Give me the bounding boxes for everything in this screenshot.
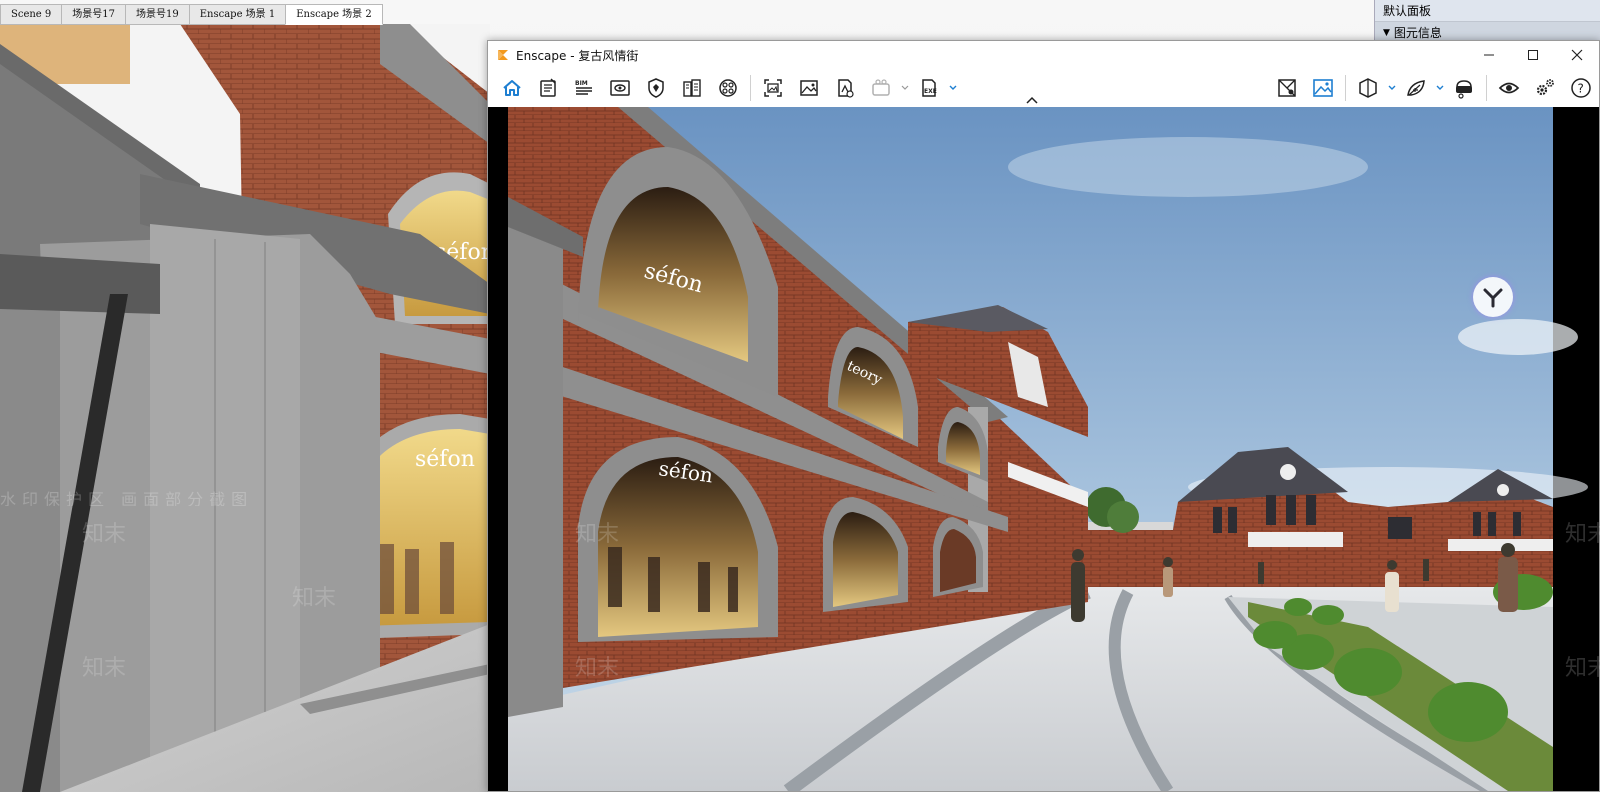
help-icon: ? bbox=[1571, 78, 1591, 98]
chevron-down-icon bbox=[1388, 85, 1396, 90]
bim-button[interactable]: BIM bbox=[566, 73, 602, 103]
default-tray-panel: 默认面板 ▼ 图元信息 bbox=[1374, 0, 1600, 44]
enscape-window: Enscape - 复古风情街 BIM EXE ? séfon teory sé… bbox=[487, 40, 1600, 792]
toolbar-divider bbox=[1345, 75, 1346, 101]
svg-text:?: ? bbox=[1578, 82, 1584, 96]
scene-tabs: Scene 9 场景号17 场景号19 Enscape 场景 1 Enscape… bbox=[0, 4, 383, 25]
chevron-down-icon bbox=[901, 85, 909, 90]
panorama-button[interactable] bbox=[827, 73, 863, 103]
close-button[interactable] bbox=[1555, 41, 1599, 69]
enscape-toolbar: BIM EXE ? bbox=[488, 69, 1599, 107]
maximize-button[interactable] bbox=[1511, 41, 1555, 69]
visual-settings-button[interactable] bbox=[1305, 73, 1341, 103]
vr-headset-icon bbox=[1456, 80, 1472, 99]
home-icon bbox=[503, 80, 521, 96]
map-icon bbox=[1278, 79, 1296, 97]
maximize-icon bbox=[1528, 50, 1538, 60]
map-button[interactable] bbox=[1269, 73, 1305, 103]
video-button[interactable] bbox=[863, 73, 899, 103]
enscape-render-viewport[interactable]: séfon teory séfon bbox=[488, 107, 1599, 791]
enscape-logo-icon bbox=[498, 50, 508, 60]
chevron-down-icon bbox=[949, 85, 957, 90]
enscape-window-title: Enscape - 复古风情街 bbox=[516, 48, 639, 63]
sections-dropdown[interactable] bbox=[1386, 73, 1398, 103]
minimize-button[interactable] bbox=[1467, 41, 1511, 69]
exe-export-icon: EXE bbox=[922, 79, 937, 97]
chevron-up-icon bbox=[1026, 96, 1038, 104]
material-editor-icon bbox=[719, 79, 737, 97]
minimize-icon bbox=[1484, 54, 1494, 56]
sections-icon bbox=[1359, 78, 1377, 98]
screenshot-icon bbox=[764, 79, 782, 97]
eye-icon bbox=[1498, 82, 1520, 94]
vr-headset-button[interactable] bbox=[1446, 73, 1482, 103]
video-icon bbox=[872, 79, 890, 96]
settings-button[interactable] bbox=[1527, 73, 1563, 103]
scene-tab-1[interactable]: Scene 9 bbox=[0, 4, 62, 25]
visual-settings-icon bbox=[1313, 79, 1333, 97]
svg-text:BIM: BIM bbox=[575, 80, 588, 87]
toolbar-divider bbox=[1486, 75, 1487, 101]
atmosphere-button[interactable] bbox=[1398, 73, 1434, 103]
panorama-icon bbox=[838, 79, 854, 98]
compass-icon bbox=[1483, 288, 1503, 308]
screenshot-button[interactable] bbox=[755, 73, 791, 103]
enscape-titlebar[interactable]: Enscape - 复古风情街 bbox=[488, 41, 1599, 69]
scene-tab-3[interactable]: 场景号19 bbox=[125, 4, 189, 25]
video-dropdown[interactable] bbox=[899, 73, 911, 103]
exe-export-dropdown[interactable] bbox=[947, 73, 959, 103]
sections-button[interactable] bbox=[1350, 73, 1386, 103]
batch-render-icon bbox=[800, 80, 818, 96]
notes-icon bbox=[540, 78, 556, 97]
asset-library-icon bbox=[683, 79, 701, 97]
chevron-down-icon bbox=[1436, 85, 1444, 90]
scene-tab-4[interactable]: Enscape 场景 1 bbox=[188, 4, 286, 25]
exe-export-button[interactable]: EXE bbox=[911, 73, 947, 103]
atmosphere-dropdown[interactable] bbox=[1434, 73, 1446, 103]
sketchup-shop-sign-lower: séfon bbox=[415, 447, 475, 472]
material-editor-button[interactable] bbox=[710, 73, 746, 103]
collapse-toolbar-button[interactable] bbox=[1024, 95, 1040, 105]
scene-tab-5-active[interactable]: Enscape 场景 2 bbox=[285, 4, 383, 25]
notes-button[interactable] bbox=[530, 73, 566, 103]
toolbar-divider bbox=[750, 75, 751, 101]
views-button[interactable] bbox=[602, 73, 638, 103]
asset-library-button[interactable] bbox=[674, 73, 710, 103]
shield-icon bbox=[648, 78, 664, 98]
rendered-street-scene: séfon teory séfon bbox=[488, 107, 1599, 791]
batch-render-button[interactable] bbox=[791, 73, 827, 103]
sketchup-model-view: séfon séfon bbox=[0, 24, 490, 792]
gear-icon bbox=[1536, 79, 1554, 96]
safe-mode-button[interactable] bbox=[638, 73, 674, 103]
home-button[interactable] bbox=[494, 73, 530, 103]
tray-title[interactable]: 默认面板 bbox=[1375, 0, 1600, 22]
views-icon bbox=[610, 80, 630, 96]
help-button[interactable]: ? bbox=[1563, 73, 1599, 103]
close-icon bbox=[1571, 49, 1583, 61]
visibility-button[interactable] bbox=[1491, 73, 1527, 103]
scene-tab-2[interactable]: 场景号17 bbox=[61, 4, 126, 25]
navigation-widget[interactable] bbox=[1473, 277, 1513, 317]
svg-text:EXE: EXE bbox=[924, 88, 937, 95]
bim-icon: BIM bbox=[575, 80, 592, 95]
atmosphere-icon bbox=[1407, 80, 1425, 96]
